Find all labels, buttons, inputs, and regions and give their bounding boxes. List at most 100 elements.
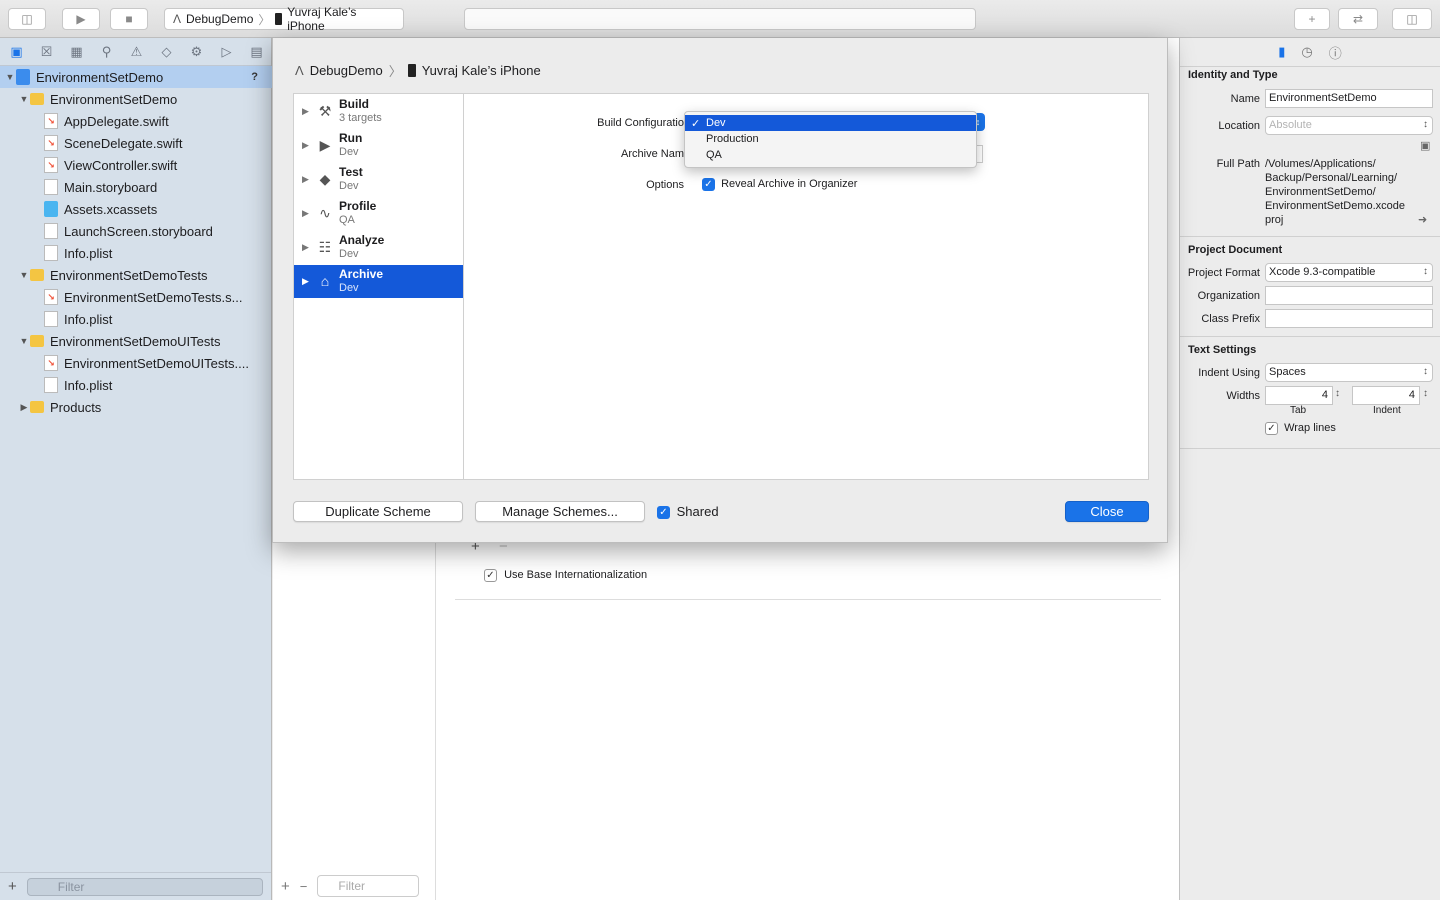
iphone-icon <box>275 13 283 25</box>
navigator-filter-input[interactable]: Filter <box>26 877 263 896</box>
add-icon[interactable]: + <box>281 878 290 895</box>
help-icon[interactable]: ⓘ <box>1329 43 1342 62</box>
navigator-item[interactable]: ↘ SceneDelegate.swift <box>0 132 272 154</box>
menu-item-qa[interactable]: QA <box>685 147 976 163</box>
navigator-tabs: ▣ ☒ ▦ ⚲ ⚠ ◇ ⚙ ▷ ▤ <box>0 38 271 66</box>
navigator-item-label: EnvironmentSetDemoUITests <box>50 333 221 349</box>
disclosure-closed-icon[interactable]: ▶ <box>302 242 309 253</box>
disclosure-open-icon[interactable]: ▼ <box>18 336 30 346</box>
archive-name-label: Archive Nam <box>621 148 684 160</box>
navigator-item[interactable]: Assets.xcassets <box>0 198 272 220</box>
navigator-item[interactable]: Info.plist <box>0 242 272 264</box>
scheme-action-analyze[interactable]: ▶ ☷ Analyze Dev <box>294 231 463 264</box>
scheme-action-profile[interactable]: ▶ ∿ Profile QA <box>294 197 463 230</box>
action-name: Profile <box>339 199 377 213</box>
disclosure-closed-icon[interactable]: ▶ <box>18 402 30 413</box>
swift-file-icon: ↘ <box>44 289 58 305</box>
file-icon[interactable]: ▮ <box>1278 44 1285 60</box>
folder-icon[interactable]: ▣ <box>8 44 25 60</box>
use-base-internationalization-checkbox[interactable]: ✓ Use Base Internationalization <box>484 569 647 582</box>
stop-button[interactable]: ■ <box>110 8 148 30</box>
scheme-breadcrumb[interactable]: Λ DebugDemo 〉 Yuvraj Kale’s iPhone <box>295 61 541 80</box>
navigator-item[interactable]: Info.plist <box>0 374 272 396</box>
scheme-action-test[interactable]: ▶ ◆ Test Dev <box>294 163 463 196</box>
navigator-item[interactable]: ▼ EnvironmentSetDemoUITests <box>0 330 272 352</box>
play-icon: ▶ <box>319 136 331 153</box>
scheme-action-run[interactable]: ▶ ▶ Run Dev <box>294 129 463 162</box>
manage-schemes-button[interactable]: Manage Schemes... <box>475 501 645 522</box>
disclosure-closed-icon[interactable]: ▶ <box>302 276 309 287</box>
test-icon[interactable]: ◇ <box>158 44 175 60</box>
navigator-item[interactable]: ▼ EnvironmentSetDemo? <box>0 66 272 88</box>
navigator-item[interactable]: LaunchScreen.storyboard <box>0 220 272 242</box>
history-icon[interactable]: ◷ <box>1301 44 1312 60</box>
location-popup[interactable]: Absolute <box>1265 116 1433 135</box>
scheme-action-build[interactable]: ▶ ⚒ Build 3 targets <box>294 95 463 128</box>
tab-width-field[interactable]: 4 <box>1265 386 1333 405</box>
disclosure-closed-icon[interactable]: ▶ <box>302 140 309 151</box>
navigator-item[interactable]: ↘ EnvironmentSetDemoTests.s... <box>0 286 272 308</box>
reveal-arrow-icon[interactable]: ➜ <box>1418 213 1427 226</box>
navigator-item[interactable]: ↘ EnvironmentSetDemoUITests.... <box>0 352 272 374</box>
navigator-item[interactable]: ▼ EnvironmentSetDemo <box>0 88 272 110</box>
checkmark-icon: ✓ <box>484 569 497 582</box>
indent-width-stepper-icon[interactable]: ↕ <box>1423 388 1428 399</box>
project-icon <box>16 69 30 85</box>
indent-width-field[interactable]: 4 <box>1352 386 1420 405</box>
menu-item-production[interactable]: Production <box>685 131 976 147</box>
library-button[interactable]: + <box>1294 8 1330 30</box>
targets-filter-input[interactable]: Filter <box>317 875 420 897</box>
disclosure-closed-icon[interactable]: ▶ <box>302 106 309 117</box>
navigator-item[interactable]: ↘ ViewController.swift <box>0 154 272 176</box>
name-field[interactable]: EnvironmentSetDemo <box>1265 89 1433 108</box>
wrap-lines-checkbox[interactable]: ✓ Wrap lines <box>1265 422 1336 435</box>
disclosure-closed-icon[interactable]: ▶ <box>302 208 309 219</box>
iphone-icon <box>407 64 416 77</box>
disclosure-open-icon[interactable]: ▼ <box>18 94 30 104</box>
navigator-item-label: ViewController.swift <box>64 157 178 173</box>
report-icon[interactable]: ▤ <box>248 44 265 60</box>
disclosure-open-icon[interactable]: ▼ <box>18 270 30 280</box>
breakpoint-icon[interactable]: ▷ <box>218 44 235 60</box>
navigator-item[interactable]: ▼ EnvironmentSetDemoTests <box>0 264 272 286</box>
action-subtitle: QA <box>339 214 355 226</box>
inspector-toggle-button[interactable]: ◫ <box>1392 8 1432 30</box>
scheme-action-list: ▶ ⚒ Build 3 targets ▶ ▶ Run Dev ▶ ◆ Test Dev ▶ ∿ Profi… <box>293 93 463 480</box>
source-control-icon[interactable]: ☒ <box>38 44 55 60</box>
disclosure-closed-icon[interactable]: ▶ <box>302 174 309 185</box>
folder-icon <box>30 335 44 347</box>
divider <box>1180 66 1440 67</box>
scheme-selector[interactable]: Λ DebugDemo 〉 Yuvraj Kale’s iPhone <box>164 5 404 33</box>
class-prefix-field[interactable] <box>1265 309 1433 328</box>
run-button[interactable]: ▶ <box>62 8 100 30</box>
close-button[interactable]: Close <box>1065 501 1149 522</box>
chevron-right-icon: 〉 <box>258 12 271 27</box>
duplicate-scheme-button[interactable]: Duplicate Scheme <box>293 501 463 522</box>
remove-icon[interactable]: − <box>300 879 308 894</box>
search-icon[interactable]: ⚲ <box>98 44 115 60</box>
organization-field[interactable] <box>1265 286 1433 305</box>
sidebar-toggle-button[interactable]: ◫ <box>8 8 46 30</box>
navigator-item[interactable]: ▶ Products <box>0 396 272 418</box>
assets-icon <box>44 201 58 217</box>
navigator-item[interactable]: Main.storyboard <box>0 176 272 198</box>
shared-checkbox[interactable]: ✓ Shared <box>657 504 719 520</box>
warning-icon[interactable]: ⚠ <box>128 44 145 60</box>
indent-using-popup[interactable]: Spaces <box>1265 363 1433 382</box>
debug-icon[interactable]: ⚙ <box>188 44 205 60</box>
navigator-item[interactable]: Info.plist <box>0 308 272 330</box>
folder-icon[interactable]: ▣ <box>1420 139 1430 152</box>
scheme-action-archive[interactable]: ▶ ⌂ Archive Dev <box>294 265 463 298</box>
reveal-archive-checkbox[interactable]: ✓ Reveal Archive in Organizer <box>702 178 857 191</box>
project-format-popup[interactable]: Xcode 9.3-compatible <box>1265 263 1433 282</box>
symbol-icon[interactable]: ▦ <box>68 44 85 60</box>
navigator-item[interactable]: ↘ AppDelegate.swift <box>0 110 272 132</box>
disclosure-open-icon[interactable]: ▼ <box>4 72 16 82</box>
action-subtitle: Dev <box>339 146 359 158</box>
menu-item-dev[interactable]: ✓ Dev <box>685 115 976 131</box>
add-icon[interactable]: + <box>8 878 17 895</box>
code-review-button[interactable]: ⇄ <box>1338 8 1378 30</box>
full-path-value: /Volumes/Applications/ Backup/Personal/L… <box>1265 158 1406 226</box>
full-path-label: Full Path <box>1216 158 1260 170</box>
tab-width-stepper-icon[interactable]: ↕ <box>1335 388 1340 399</box>
